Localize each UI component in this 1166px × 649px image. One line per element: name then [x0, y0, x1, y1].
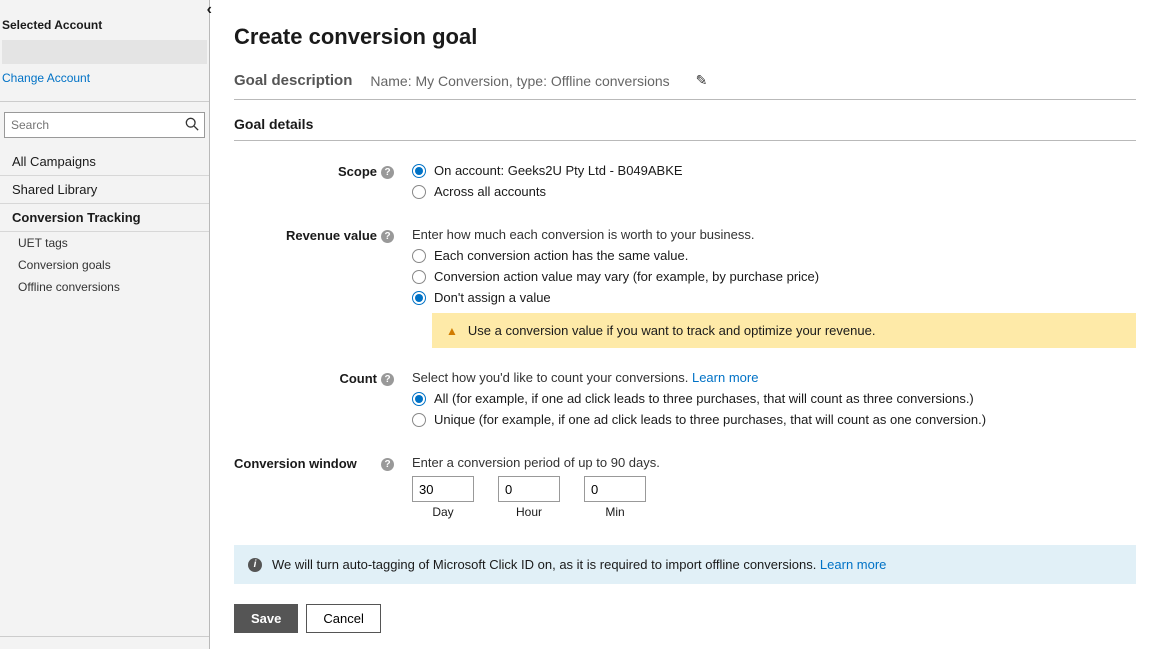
form-grid: Scope ? On account: Geeks2U Pty Ltd - B0… — [234, 163, 1136, 519]
auto-tagging-info-banner: i We will turn auto-tagging of Microsoft… — [234, 545, 1136, 584]
revenue-none-option[interactable]: Don't assign a value — [412, 290, 1136, 305]
revenue-vary-option[interactable]: Conversion action value may vary (for ex… — [412, 269, 1136, 284]
window-min-field: Min — [584, 476, 646, 519]
revenue-label-col: Revenue value ? — [234, 227, 398, 243]
button-row: Save Cancel — [234, 604, 1136, 633]
row-window: Conversion window ? Enter a conversion p… — [234, 455, 1136, 519]
window-day-unit: Day — [432, 505, 453, 519]
radio-icon[interactable] — [412, 413, 426, 427]
info-icon: i — [248, 558, 262, 572]
page-title: Create conversion goal — [234, 24, 1136, 50]
row-scope: Scope ? On account: Geeks2U Pty Ltd - B0… — [234, 163, 1136, 205]
info-text-wrap: We will turn auto-tagging of Microsoft C… — [272, 557, 886, 572]
revenue-warning-text: Use a conversion value if you want to tr… — [468, 323, 876, 338]
count-all-option[interactable]: All (for example, if one ad click leads … — [412, 391, 1136, 406]
count-hint: Select how you'd like to count your conv… — [412, 370, 1136, 385]
warning-icon: ▲ — [446, 324, 458, 338]
revenue-same-option[interactable]: Each conversion action has the same valu… — [412, 248, 1136, 263]
goal-details-header: Goal details — [234, 116, 1136, 141]
goal-description-label: Goal description — [234, 72, 352, 89]
revenue-warning-banner: ▲ Use a conversion value if you want to … — [432, 313, 1136, 348]
account-block: Selected Account Change Account — [0, 0, 209, 102]
window-hour-field: Hour — [498, 476, 560, 519]
window-inputs: Day Hour Min — [412, 476, 1136, 519]
edit-icon[interactable]: ✎ — [696, 72, 708, 89]
search-wrap — [0, 102, 209, 144]
window-hour-input[interactable] — [498, 476, 560, 502]
scope-on-account-text: On account: Geeks2U Pty Ltd - B049ABKE — [434, 163, 683, 178]
window-label-col: Conversion window ? — [234, 455, 398, 471]
search-box[interactable] — [4, 112, 205, 138]
window-controls: Enter a conversion period of up to 90 da… — [398, 455, 1136, 519]
window-day-input[interactable] — [412, 476, 474, 502]
radio-icon[interactable] — [412, 291, 426, 305]
revenue-none-text: Don't assign a value — [434, 290, 551, 305]
nav-all-campaigns[interactable]: All Campaigns — [0, 148, 209, 176]
row-count: Count ? Select how you'd like to count y… — [234, 370, 1136, 433]
scope-label: Scope — [338, 164, 377, 179]
help-icon[interactable]: ? — [381, 458, 394, 471]
revenue-hint: Enter how much each conversion is worth … — [412, 227, 1136, 242]
nav-conversion-tracking[interactable]: Conversion Tracking — [0, 204, 209, 232]
window-label: Conversion window — [234, 456, 357, 471]
goal-description-row: Goal description Name: My Conversion, ty… — [234, 72, 1136, 100]
help-icon[interactable]: ? — [381, 373, 394, 386]
search-icon[interactable] — [180, 117, 204, 134]
count-label: Count — [339, 371, 377, 386]
radio-icon[interactable] — [412, 270, 426, 284]
radio-icon[interactable] — [412, 249, 426, 263]
radio-icon[interactable] — [412, 392, 426, 406]
change-account-link[interactable]: Change Account — [2, 71, 90, 93]
radio-icon[interactable] — [412, 185, 426, 199]
help-icon[interactable]: ? — [381, 230, 394, 243]
save-button[interactable]: Save — [234, 604, 298, 633]
scope-across-option[interactable]: Across all accounts — [412, 184, 1136, 199]
window-day-field: Day — [412, 476, 474, 519]
selected-account-label: Selected Account — [2, 18, 207, 36]
window-min-input[interactable] — [584, 476, 646, 502]
row-revenue: Revenue value ? Enter how much each conv… — [234, 227, 1136, 348]
revenue-vary-text: Conversion action value may vary (for ex… — [434, 269, 819, 284]
revenue-label: Revenue value — [286, 228, 377, 243]
help-icon[interactable]: ? — [381, 166, 394, 179]
nav-offline-conversions[interactable]: Offline conversions — [0, 276, 209, 298]
count-all-text: All (for example, if one ad click leads … — [434, 391, 974, 406]
scope-controls: On account: Geeks2U Pty Ltd - B049ABKE A… — [398, 163, 1136, 205]
scope-on-account-option[interactable]: On account: Geeks2U Pty Ltd - B049ABKE — [412, 163, 1136, 178]
sidebar: ‹ Selected Account Change Account All Ca… — [0, 0, 210, 649]
radio-icon[interactable] — [412, 164, 426, 178]
cancel-button[interactable]: Cancel — [306, 604, 380, 633]
sidebar-divider — [0, 636, 209, 637]
info-learn-more-link[interactable]: Learn more — [820, 557, 886, 572]
main-content: Create conversion goal Goal description … — [210, 0, 1166, 649]
info-text: We will turn auto-tagging of Microsoft C… — [272, 557, 820, 572]
count-controls: Select how you'd like to count your conv… — [398, 370, 1136, 433]
selected-account-name — [2, 40, 207, 64]
count-hint-text: Select how you'd like to count your conv… — [412, 370, 692, 385]
revenue-same-text: Each conversion action has the same valu… — [434, 248, 688, 263]
scope-across-text: Across all accounts — [434, 184, 546, 199]
window-hint: Enter a conversion period of up to 90 da… — [412, 455, 1136, 470]
search-input[interactable] — [5, 118, 180, 132]
scope-label-col: Scope ? — [234, 163, 398, 179]
count-learn-more-link[interactable]: Learn more — [692, 370, 758, 385]
count-unique-text: Unique (for example, if one ad click lea… — [434, 412, 986, 427]
nav-list: All Campaigns Shared Library Conversion … — [0, 144, 209, 298]
collapse-sidebar-button[interactable]: ‹ — [207, 2, 212, 18]
nav-conversion-goals[interactable]: Conversion goals — [0, 254, 209, 276]
goal-description-summary: Name: My Conversion, type: Offline conve… — [370, 73, 669, 89]
nav-uet-tags[interactable]: UET tags — [0, 232, 209, 254]
revenue-controls: Enter how much each conversion is worth … — [398, 227, 1136, 348]
count-unique-option[interactable]: Unique (for example, if one ad click lea… — [412, 412, 1136, 427]
nav-shared-library[interactable]: Shared Library — [0, 176, 209, 204]
window-hour-unit: Hour — [516, 505, 542, 519]
count-label-col: Count ? — [234, 370, 398, 386]
window-min-unit: Min — [605, 505, 624, 519]
